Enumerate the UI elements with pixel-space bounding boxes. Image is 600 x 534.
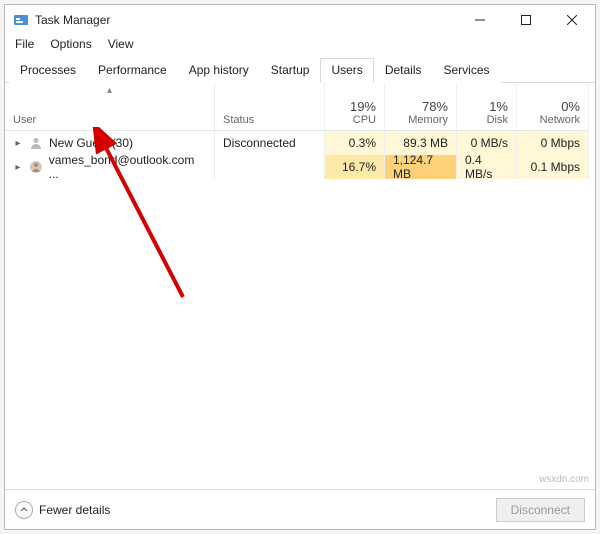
user-cell[interactable]: ▸ vames_bond@outlook.com ... xyxy=(5,155,215,179)
sort-indicator-icon: ▴ xyxy=(107,85,112,96)
menu-file[interactable]: File xyxy=(15,37,34,51)
task-manager-window: Task Manager File Options View Processes… xyxy=(4,4,596,530)
cpu-cell: 0.3% xyxy=(325,131,385,155)
window-title: Task Manager xyxy=(35,13,457,27)
tab-details[interactable]: Details xyxy=(374,58,433,83)
menubar: File Options View xyxy=(5,35,595,57)
tab-bar: Processes Performance App history Startu… xyxy=(5,57,595,83)
network-cell: 0.1 Mbps xyxy=(517,155,589,179)
maximize-button[interactable] xyxy=(503,5,549,35)
expand-icon[interactable]: ▸ xyxy=(13,138,23,149)
memory-cell: 1,124.7 MB xyxy=(385,155,457,179)
disk-cell: 0 MB/s xyxy=(457,131,517,155)
user-icon xyxy=(29,160,43,174)
minimize-button[interactable] xyxy=(457,5,503,35)
tab-app-history[interactable]: App history xyxy=(178,58,260,83)
tab-performance[interactable]: Performance xyxy=(87,58,178,83)
expand-icon[interactable]: ▸ xyxy=(13,162,23,173)
column-user[interactable]: ▴ User xyxy=(5,83,215,131)
chevron-up-icon xyxy=(15,501,33,519)
user-name: vames_bond@outlook.com ... xyxy=(49,153,206,181)
users-table: ▴ User Status 19% CPU 78% Memory 1% Disk xyxy=(5,83,595,179)
column-network[interactable]: 0% Network xyxy=(517,83,589,131)
memory-cell: 89.3 MB xyxy=(385,131,457,155)
users-panel: ▴ User Status 19% CPU 78% Memory 1% Disk xyxy=(5,83,595,489)
tab-users[interactable]: Users xyxy=(320,58,373,83)
user-icon xyxy=(29,136,43,150)
tab-processes[interactable]: Processes xyxy=(9,58,87,83)
fewer-details-label: Fewer details xyxy=(39,503,110,517)
tab-startup[interactable]: Startup xyxy=(260,58,321,83)
tab-services[interactable]: Services xyxy=(433,58,501,83)
column-memory[interactable]: 78% Memory xyxy=(385,83,457,131)
column-disk[interactable]: 1% Disk xyxy=(457,83,517,131)
app-icon xyxy=(13,12,29,28)
user-name: New Guest (30) xyxy=(49,136,133,150)
network-cell: 0 Mbps xyxy=(517,131,589,155)
user-cell[interactable]: ▸ New Guest (30) xyxy=(5,131,215,155)
status-cell: Disconnected xyxy=(215,131,325,155)
column-cpu[interactable]: 19% CPU xyxy=(325,83,385,131)
menu-view[interactable]: View xyxy=(108,37,134,51)
close-button[interactable] xyxy=(549,5,595,35)
titlebar[interactable]: Task Manager xyxy=(5,5,595,35)
fewer-details-button[interactable]: Fewer details xyxy=(15,501,110,519)
cpu-cell: 16.7% xyxy=(325,155,385,179)
column-status[interactable]: Status xyxy=(215,83,325,131)
disk-cell: 0.4 MB/s xyxy=(457,155,517,179)
menu-options[interactable]: Options xyxy=(50,37,91,51)
status-cell xyxy=(215,155,325,179)
watermark: wsxdn.com xyxy=(539,474,589,485)
disconnect-button[interactable]: Disconnect xyxy=(496,498,585,522)
footer: Fewer details Disconnect xyxy=(5,489,595,529)
